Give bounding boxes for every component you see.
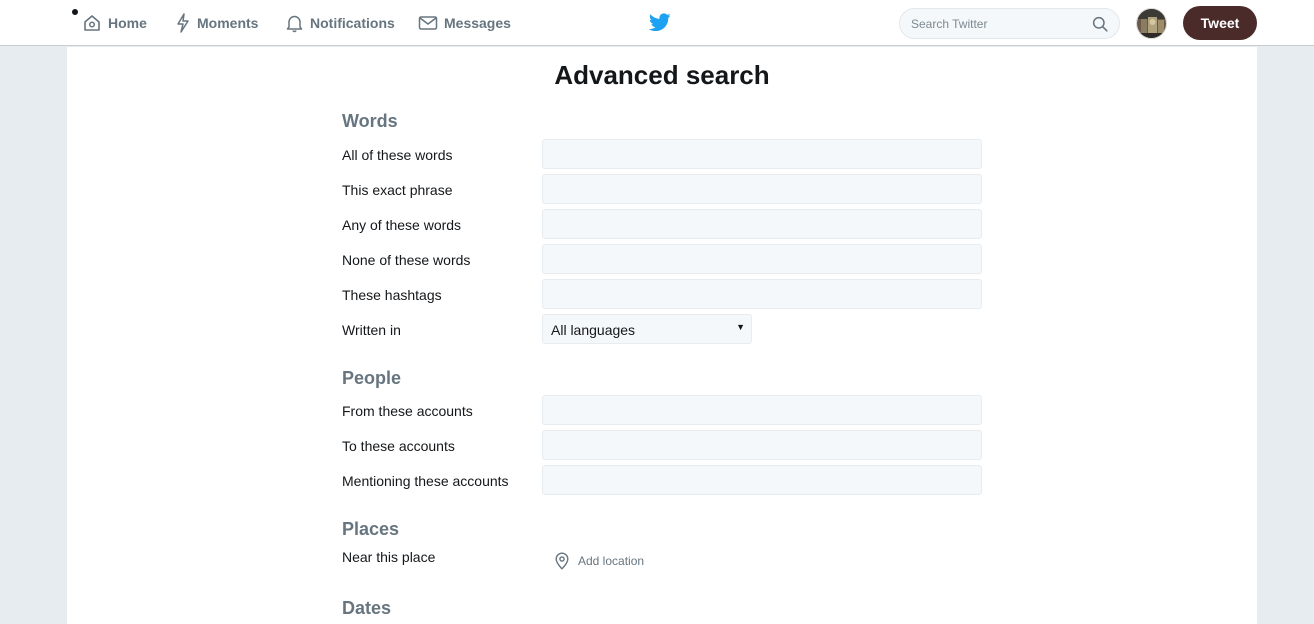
mentioning-accounts-label: Mentioning these accounts	[342, 473, 509, 489]
dropdown-caret-icon: ▼	[736, 322, 745, 332]
any-words-input[interactable]	[542, 209, 982, 239]
from-accounts-label: From these accounts	[342, 403, 473, 419]
home-icon	[84, 15, 100, 31]
people-heading: People	[342, 368, 402, 388]
all-words-label: All of these words	[342, 147, 453, 163]
nav-messages-label: Messages	[444, 15, 511, 31]
exact-phrase-label: This exact phrase	[342, 182, 453, 198]
nav-notifications-label: Notifications	[310, 15, 395, 31]
lightning-icon	[177, 13, 189, 33]
add-location-label: Add location	[578, 554, 645, 568]
nav-notifications[interactable]: Notifications	[285, 0, 395, 46]
exact-phrase-input[interactable]	[542, 174, 982, 204]
dates-heading: Dates	[342, 598, 392, 618]
avatar[interactable]	[1136, 8, 1167, 39]
all-words-input[interactable]	[542, 139, 982, 169]
mentioning-accounts-input[interactable]	[542, 465, 982, 495]
language-label: Written in	[342, 322, 401, 338]
to-accounts-input[interactable]	[542, 430, 982, 460]
hashtags-label: These hashtags	[342, 287, 442, 303]
near-place-label: Near this place	[342, 549, 436, 565]
nav-home[interactable]: Home	[82, 0, 147, 46]
any-words-label: Any of these words	[342, 217, 462, 233]
nav-home-label: Home	[108, 15, 147, 31]
envelope-icon	[418, 16, 438, 30]
language-select-value: All languages	[551, 322, 636, 338]
language-select[interactable]: All languages ▼	[542, 314, 752, 344]
location-pin-icon	[555, 552, 569, 570]
advanced-search-panel: Advanced search Words All of these words…	[67, 47, 1257, 624]
words-heading: Words	[342, 111, 398, 131]
top-navigation-bar: Home Moments Notifications Messages Twee…	[0, 0, 1314, 46]
nav-moments[interactable]: Moments	[175, 0, 258, 46]
search-icon[interactable]	[1092, 16, 1108, 32]
nav-messages[interactable]: Messages	[418, 0, 511, 46]
bell-icon	[286, 15, 303, 33]
places-heading: Places	[342, 519, 400, 539]
profile-photo	[1137, 9, 1166, 38]
search-box	[899, 8, 1120, 39]
search-input[interactable]	[911, 15, 1081, 33]
page-title: Advanced search	[554, 60, 770, 90]
none-words-input[interactable]	[542, 244, 982, 274]
notification-dot	[72, 9, 78, 15]
twitter-bird-icon[interactable]	[649, 13, 671, 32]
none-words-label: None of these words	[342, 252, 471, 268]
tweet-button[interactable]: Tweet	[1183, 6, 1257, 40]
nav-moments-label: Moments	[197, 15, 259, 31]
from-accounts-input[interactable]	[542, 395, 982, 425]
hashtags-input[interactable]	[542, 279, 982, 309]
to-accounts-label: To these accounts	[342, 438, 455, 454]
add-location-button[interactable]: Add location	[554, 552, 644, 570]
